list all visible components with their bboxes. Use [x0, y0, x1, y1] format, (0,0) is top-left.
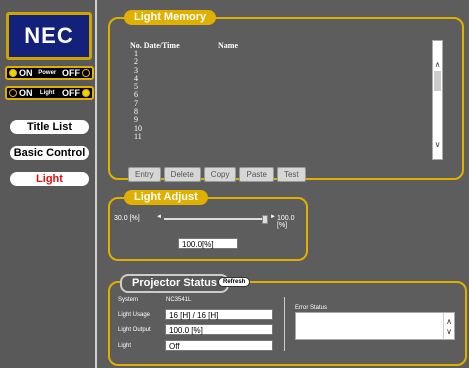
error-status-box[interactable]: ∧ ∨: [295, 312, 455, 340]
refresh-button[interactable]: Refresh: [218, 277, 251, 287]
list-item[interactable]: 9: [130, 116, 460, 125]
scroll-thumb[interactable]: [434, 71, 441, 91]
nec-logo: NEC: [6, 12, 92, 60]
sidebar: NEC ON Power OFF ON Light OFF Title List…: [0, 0, 97, 368]
projector-status-title: Projector Status: [120, 274, 229, 293]
light-status-label: Light: [118, 343, 132, 349]
light-adjust-title: Light Adjust: [124, 190, 208, 205]
light-slider-track[interactable]: [164, 215, 268, 224]
list-item[interactable]: 2: [130, 57, 460, 66]
power-off-indicator-icon[interactable]: [81, 69, 90, 77]
power-off-label[interactable]: OFF: [62, 68, 80, 78]
nav-basic-control[interactable]: Basic Control: [10, 146, 89, 160]
error-scrollbar[interactable]: ∧ ∨: [443, 313, 454, 339]
light-off-label[interactable]: OFF: [62, 88, 80, 98]
light-usage-label: Light Usage: [118, 312, 151, 318]
light-on-label[interactable]: ON: [19, 88, 33, 98]
system-value: NC3541L: [166, 297, 192, 303]
system-label: System: [118, 297, 139, 303]
test-button[interactable]: Test: [276, 167, 306, 182]
error-scroll-up-icon[interactable]: ∧: [444, 318, 454, 326]
power-on-indicator-icon[interactable]: [9, 69, 17, 77]
list-item[interactable]: 4: [130, 74, 460, 83]
slider-left-arrow-icon[interactable]: ◄: [156, 214, 162, 220]
light-memory-panel: Light Memory No. Date/Time Name 12345678…: [108, 10, 464, 182]
light-toggle: ON Light OFF: [5, 86, 94, 100]
list-item[interactable]: 11: [130, 132, 460, 141]
light-off-indicator-icon[interactable]: [81, 89, 90, 97]
scroll-up-icon[interactable]: ∧: [433, 61, 442, 69]
light-adjust-value-field[interactable]: 100.0[%]: [178, 238, 238, 249]
scroll-down-icon[interactable]: ∨: [433, 141, 442, 149]
light-output-field[interactable]: 100.0 [%]: [165, 324, 273, 335]
status-divider: [284, 297, 285, 351]
light-memory-title: Light Memory: [124, 10, 217, 25]
projector-status-panel: Projector Status Refresh System NC3541L …: [108, 274, 467, 366]
list-item[interactable]: 3: [130, 66, 460, 75]
slider-right-arrow-icon[interactable]: ►: [270, 214, 276, 220]
list-item[interactable]: 7: [130, 99, 460, 108]
col-no-header: No. Date/Time: [130, 41, 180, 50]
list-item[interactable]: 1: [130, 49, 460, 58]
error-status-label: Error Status: [295, 305, 328, 311]
light-memory-list[interactable]: No. Date/Time Name 1 2 3 4 5 6 7 8 9 10 11: [130, 41, 460, 141]
light-on-indicator-icon[interactable]: [9, 89, 17, 97]
copy-button[interactable]: Copy: [203, 167, 237, 182]
light-label: Light: [39, 90, 55, 96]
logo-text: NEC: [24, 23, 74, 48]
power-on-label[interactable]: ON: [19, 68, 33, 78]
light-slider-thumb[interactable]: [262, 215, 268, 224]
nav-light[interactable]: Light: [10, 172, 89, 186]
col-name-header: Name: [218, 41, 238, 50]
light-status-field[interactable]: Off: [165, 340, 273, 351]
nav-title-list[interactable]: Title List: [10, 120, 89, 134]
power-label: Power: [38, 70, 57, 76]
delete-button[interactable]: Delete: [163, 167, 201, 182]
error-scroll-down-icon[interactable]: ∨: [444, 328, 454, 336]
paste-button[interactable]: Paste: [239, 167, 274, 182]
power-toggle: ON Power OFF: [5, 66, 94, 80]
light-usage-field[interactable]: 16 [H] / 16 [H]: [165, 309, 273, 320]
list-item[interactable]: 10: [130, 124, 460, 133]
list-item[interactable]: 5: [130, 82, 460, 91]
list-item[interactable]: 8: [130, 107, 460, 116]
slider-max-label: 100.0 [%]: [277, 215, 295, 229]
light-output-label: Light Output: [118, 327, 151, 333]
light-adjust-panel: Light Adjust 30.0 [%] ◄ ► 100.0 [%] 100.…: [108, 190, 308, 261]
light-memory-scrollbar[interactable]: ∧ ∨: [432, 40, 443, 160]
list-item[interactable]: 6: [130, 91, 460, 100]
entry-button[interactable]: Entry: [128, 167, 161, 182]
slider-min-label: 30.0 [%]: [114, 215, 140, 222]
